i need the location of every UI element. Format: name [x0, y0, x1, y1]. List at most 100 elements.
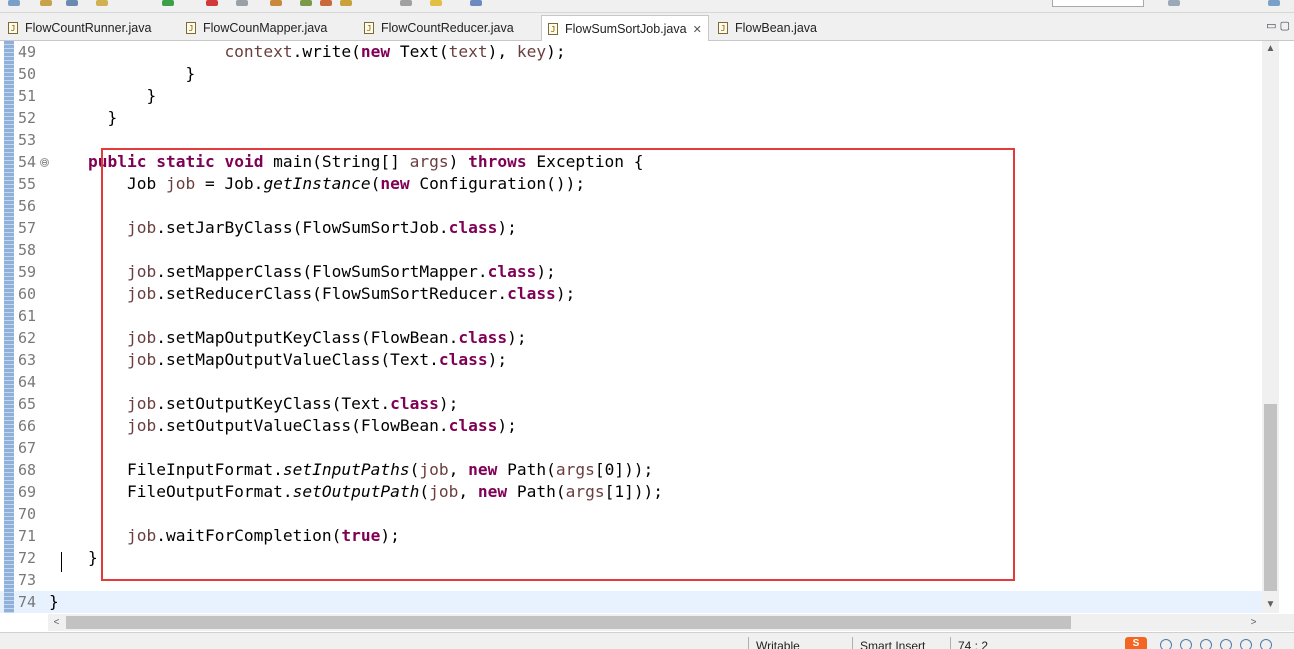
variable-token: job: [126, 394, 157, 413]
toolbar-icon[interactable]: [236, 0, 248, 6]
close-icon[interactable]: ✕: [693, 23, 702, 36]
keyword-token: new: [477, 482, 508, 501]
code-line[interactable]: 60 job.setReducerClass(FlowSumSortReduce…: [0, 283, 1262, 305]
tab-label: FlowBean.java: [735, 21, 817, 35]
code-line[interactable]: 64: [0, 371, 1262, 393]
code-line[interactable]: 67: [0, 437, 1262, 459]
line-number: 49: [18, 43, 37, 61]
quick-access-field[interactable]: [1052, 0, 1144, 7]
code-text: job.setMapperClass(FlowSumSortMapper.cla…: [49, 261, 556, 283]
code-line[interactable]: 49 context.write(new Text(text), key);: [0, 41, 1262, 63]
tab-flowcountreducer[interactable]: J FlowCountReducer.java: [364, 16, 514, 40]
code-line[interactable]: 58: [0, 239, 1262, 261]
java-file-icon: J: [8, 22, 18, 34]
scroll-right-icon[interactable]: >: [1245, 614, 1262, 631]
perspective-icon[interactable]: [1168, 0, 1180, 6]
code-line[interactable]: 66 job.setOutputValueClass(FlowBean.clas…: [0, 415, 1262, 437]
code-line[interactable]: 51 }: [0, 85, 1262, 107]
code-token: (: [370, 174, 381, 193]
code-editor[interactable]: 49 context.write(new Text(text), key); 50…: [0, 41, 1262, 614]
code-token: (: [419, 482, 430, 501]
code-line[interactable]: 53: [0, 129, 1262, 151]
ime-logo-icon[interactable]: S: [1125, 637, 1147, 649]
scroll-down-icon[interactable]: ▼: [1262, 597, 1279, 613]
code-line[interactable]: 57 job.setJarByClass(FlowSumSortJob.clas…: [0, 217, 1262, 239]
vertical-scrollbar[interactable]: ▲ ▼: [1262, 41, 1279, 613]
toolbar-icon[interactable]: [40, 0, 52, 6]
code-text: FileInputFormat.setInputPaths(job, new P…: [49, 459, 653, 481]
code-line[interactable]: 73: [0, 569, 1262, 591]
code-line[interactable]: 74}: [0, 591, 1262, 613]
code-line[interactable]: 55 Job job = Job.getInstance(new Configu…: [0, 173, 1262, 195]
tab-flowbean[interactable]: J FlowBean.java: [718, 16, 817, 40]
code-line[interactable]: 63 job.setMapOutputValueClass(Text.class…: [0, 349, 1262, 371]
code-line[interactable]: 72 }: [0, 547, 1262, 569]
code-line[interactable]: 56: [0, 195, 1262, 217]
code-token: );: [438, 394, 459, 413]
line-number: 71: [18, 527, 37, 545]
tab-flowcountrunner[interactable]: J FlowCountRunner.java: [8, 16, 151, 40]
code-line[interactable]: 52 }: [0, 107, 1262, 129]
variable-token: job: [165, 174, 196, 193]
code-line[interactable]: 59 job.setMapperClass(FlowSumSortMapper.…: [0, 261, 1262, 283]
divider: [950, 637, 951, 649]
scroll-thumb[interactable]: [66, 616, 1071, 629]
code-token: Configuration());: [409, 174, 586, 193]
tab-flowcounmapper[interactable]: J FlowCounMapper.java: [186, 16, 327, 40]
stop-icon[interactable]: [206, 0, 218, 6]
line-number: 57: [18, 219, 37, 237]
code-token: .setMapOutputKeyClass(FlowBean.: [156, 328, 459, 347]
scroll-left-icon[interactable]: <: [48, 614, 65, 631]
code-token: (: [409, 460, 420, 479]
keyword-token: class: [507, 284, 556, 303]
code-line[interactable]: 50 }: [0, 63, 1262, 85]
keyword-token: new: [360, 42, 391, 61]
tab-flowsumsortjob[interactable]: J FlowSumSortJob.java ✕: [541, 15, 709, 42]
status-bar: Writable Smart Insert 74 : 2 S: [0, 632, 1294, 649]
toolbar-icon[interactable]: [400, 0, 412, 6]
toolbar-icon[interactable]: [8, 0, 20, 6]
fold-collapse-icon[interactable]: ⊖: [40, 158, 49, 167]
toolbar-icon[interactable]: [66, 0, 78, 6]
toolbar-icon[interactable]: [340, 0, 352, 6]
code-text: job.setMapOutputKeyClass(FlowBean.class)…: [49, 327, 527, 349]
code-line[interactable]: 69 FileOutputFormat.setOutputPath(job, n…: [0, 481, 1262, 503]
code-line[interactable]: 71 job.waitForCompletion(true);: [0, 525, 1262, 547]
line-number: 67: [18, 439, 37, 457]
toolbar-icon[interactable]: [300, 0, 312, 6]
code-line[interactable]: 62 job.setMapOutputKeyClass(FlowBean.cla…: [0, 327, 1262, 349]
run-icon[interactable]: [162, 0, 174, 6]
toolbar-icon[interactable]: [270, 0, 282, 6]
toolbar-icon[interactable]: [320, 0, 332, 6]
horizontal-scrollbar[interactable]: < >: [48, 614, 1262, 631]
toolbar-icon[interactable]: [470, 0, 482, 6]
code-line[interactable]: 70: [0, 503, 1262, 525]
minimize-maximize-icon[interactable]: ▭ ▢: [1266, 19, 1290, 32]
code-text: job.setOutputKeyClass(Text.class);: [49, 393, 458, 415]
tab-label: FlowCountReducer.java: [381, 21, 514, 35]
scroll-thumb[interactable]: [1264, 404, 1277, 591]
code-token: = Job.: [195, 174, 264, 193]
toolbar-icon[interactable]: [430, 0, 442, 6]
scroll-up-icon[interactable]: ▲: [1262, 41, 1279, 57]
code-line[interactable]: 65 job.setOutputKeyClass(Text.class);: [0, 393, 1262, 415]
code-text: }: [49, 547, 98, 569]
line-number: 51: [18, 87, 37, 105]
code-line[interactable]: 68 FileInputFormat.setInputPaths(job, ne…: [0, 459, 1262, 481]
variable-token: job: [126, 284, 157, 303]
variable-token: job: [126, 526, 157, 545]
code-line[interactable]: 61: [0, 305, 1262, 327]
code-line[interactable]: 54 ⊖ public static void main(String[] arg…: [0, 151, 1262, 173]
java-file-icon: J: [548, 23, 558, 35]
code-token: Text(: [390, 42, 449, 61]
line-number: 65: [18, 395, 37, 413]
code-text: job.setMapOutputValueClass(Text.class);: [49, 349, 507, 371]
code-token: Path(: [497, 460, 556, 479]
toolbar-icon[interactable]: [96, 0, 108, 6]
code-token: Exception {: [526, 152, 644, 171]
variable-token: job: [419, 460, 449, 479]
perspective-icon[interactable]: [1268, 0, 1280, 6]
